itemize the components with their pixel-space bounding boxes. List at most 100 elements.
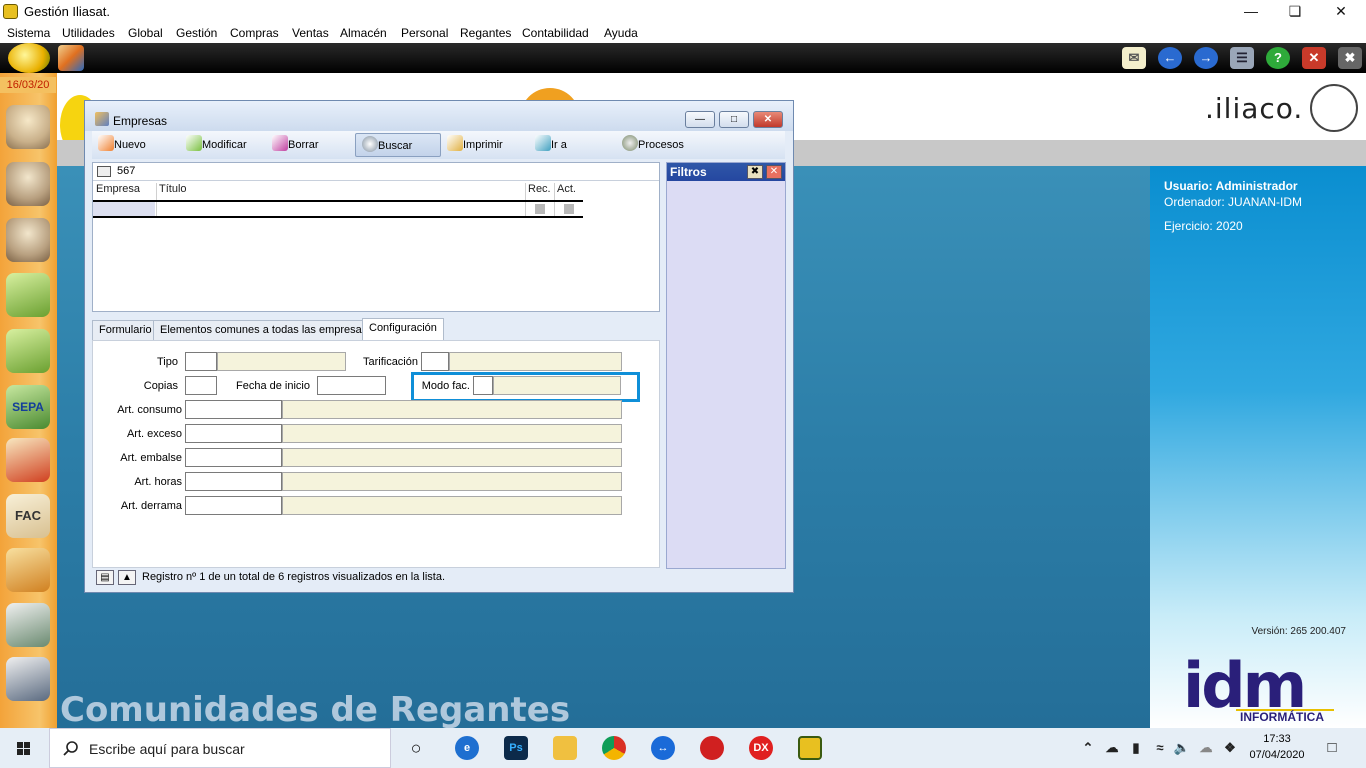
windows-start-button[interactable] <box>0 728 48 768</box>
help-icon[interactable]: ? <box>1266 47 1290 69</box>
close-all-icon[interactable]: ✖ <box>1338 47 1362 69</box>
menu-compras[interactable]: Compras <box>230 26 279 40</box>
art-horas-code-field[interactable] <box>185 472 282 491</box>
anydesk-icon[interactable] <box>700 736 724 760</box>
filter-close-icon[interactable]: ✕ <box>766 165 782 179</box>
col-titulo[interactable]: Título <box>159 183 187 200</box>
taskbar-clock[interactable]: 17:33 07/04/2020 <box>1240 731 1314 763</box>
borrar-button[interactable]: Borrar <box>272 133 319 157</box>
status-collapse-icon[interactable]: ▲ <box>118 570 136 585</box>
imprimir-button[interactable]: Imprimir <box>447 133 503 157</box>
empresas-grid: 567 Empresa Título Rec. Act. <box>92 162 660 312</box>
taskbar-search[interactable]: Escribe aquí para buscar <box>49 728 391 768</box>
bag-orange-icon[interactable] <box>6 548 50 592</box>
art-embalse-code-field[interactable] <box>185 448 282 467</box>
filter-clear-icon[interactable]: ✖ <box>747 165 763 179</box>
volume-icon[interactable]: 🔈 <box>1170 736 1194 760</box>
person-icon[interactable] <box>6 218 50 262</box>
table-row[interactable] <box>93 202 155 216</box>
cloud-sync-icon[interactable]: ☁ <box>1194 736 1218 760</box>
art-derrama-desc-field <box>282 496 622 515</box>
fecha-inicio-field[interactable] <box>317 376 386 395</box>
invoice-fac-icon[interactable]: FAC <box>6 494 50 538</box>
network-icon[interactable]: ≈ <box>1148 736 1172 760</box>
forward-arrow-icon[interactable]: → <box>1194 47 1218 69</box>
modo-fac-code-field[interactable] <box>473 376 493 395</box>
dropbox-icon[interactable]: ❖ <box>1218 736 1242 760</box>
minimize-button[interactable]: — <box>1228 0 1274 23</box>
edge-icon[interactable]: e <box>455 736 479 760</box>
close-button[interactable]: ✕ <box>1318 0 1364 23</box>
task-view-icon[interactable]: ○ <box>404 736 428 760</box>
teamviewer-icon[interactable]: ↔ <box>651 736 675 760</box>
window-list-icon[interactable]: ☰ <box>1230 47 1254 69</box>
bag-green-icon[interactable] <box>6 273 50 317</box>
art-consumo-code-field[interactable] <box>185 400 282 419</box>
sepa-icon[interactable]: SEPA <box>6 385 50 429</box>
iliasat-app-icon[interactable] <box>798 736 822 760</box>
dx-app-icon[interactable]: DX <box>749 736 773 760</box>
menu-global[interactable]: Global <box>128 26 163 40</box>
menu-gestion[interactable]: Gestión <box>176 26 217 40</box>
tab-configuracion[interactable]: Configuración <box>362 318 444 340</box>
bag-green-2-icon[interactable] <box>6 329 50 373</box>
modificar-button[interactable]: Modificar <box>186 133 247 157</box>
empresas-minimize-button[interactable]: — <box>685 111 715 128</box>
tab-formulario[interactable]: Formulario <box>92 320 159 340</box>
maximize-button[interactable]: ❏ <box>1272 0 1318 23</box>
version-label: Versión: 265 200.407 <box>1251 626 1346 637</box>
menu-ayuda[interactable]: Ayuda <box>604 26 638 40</box>
col-rec[interactable]: Rec. <box>528 183 551 200</box>
menu-regantes[interactable]: Regantes <box>460 26 511 40</box>
back-arrow-icon[interactable]: ← <box>1158 47 1182 69</box>
empresas-window: Empresas — □ ✕ Nuevo Modificar Borrar Bu… <box>84 100 794 593</box>
user-icon[interactable] <box>6 162 50 206</box>
art-derrama-code-field[interactable] <box>185 496 282 515</box>
chrome-icon[interactable] <box>602 736 626 760</box>
search-input[interactable]: 567 <box>117 165 135 177</box>
col-empresa[interactable]: Empresa <box>96 183 140 200</box>
procesos-label: Procesos <box>638 139 684 151</box>
ledger-icon[interactable] <box>6 603 50 647</box>
tarificacion-code-field[interactable] <box>421 352 449 371</box>
photoshop-icon[interactable]: Ps <box>504 736 528 760</box>
modules-cube-icon[interactable] <box>58 45 84 71</box>
iliaco-logo: .iliaco. <box>1205 92 1304 125</box>
file-explorer-icon[interactable] <box>553 736 577 760</box>
tipo-code-field[interactable] <box>185 352 217 371</box>
art-exceso-code-field[interactable] <box>185 424 282 443</box>
notebook-icon[interactable] <box>6 657 50 701</box>
computer-label: Ordenador: JUANAN-IDM <box>1164 195 1303 209</box>
mail-icon[interactable]: ✉ <box>1122 47 1146 69</box>
menu-contabilidad[interactable]: Contabilidad <box>522 26 589 40</box>
fecha-inicio-label: Fecha de inicio <box>236 380 310 392</box>
battery-icon[interactable]: ▮ <box>1124 736 1148 760</box>
buscar-button[interactable]: Buscar <box>355 133 441 157</box>
col-act[interactable]: Act. <box>557 183 576 200</box>
users-group-icon[interactable] <box>6 105 50 149</box>
nuevo-button[interactable]: Nuevo <box>98 133 146 157</box>
menu-utilidades[interactable]: Utilidades <box>62 26 115 40</box>
rec-checkbox[interactable] <box>535 204 545 214</box>
grid-line-top <box>93 200 583 202</box>
copias-field[interactable] <box>185 376 217 395</box>
close-window-icon[interactable]: ✕ <box>1302 47 1326 69</box>
tray-chevron-icon[interactable]: ⌃ <box>1076 736 1100 760</box>
menu-personal[interactable]: Personal <box>401 26 448 40</box>
empresas-maximize-button[interactable]: □ <box>719 111 749 128</box>
menu-sistema[interactable]: Sistema <box>7 26 50 40</box>
onedrive-icon[interactable]: ☁ <box>1100 736 1124 760</box>
art-exceso-desc-field <box>282 424 622 443</box>
menu-ventas[interactable]: Ventas <box>292 26 329 40</box>
ir-a-button[interactable]: Ir a <box>535 133 567 157</box>
status-form-icon[interactable]: ▤ <box>96 570 114 585</box>
notebook-pen-icon[interactable] <box>6 438 50 482</box>
art-consumo-label: Art. consumo <box>117 404 182 416</box>
procesos-button[interactable]: Procesos <box>622 133 684 157</box>
notifications-icon[interactable]: □ <box>1320 736 1344 760</box>
menu-almacen[interactable]: Almacén <box>340 26 387 40</box>
home-orb-icon[interactable] <box>8 43 50 73</box>
tab-elementos-comunes[interactable]: Elementos comunes a todas las empresas <box>153 320 375 340</box>
act-checkbox[interactable] <box>564 204 574 214</box>
empresas-close-button[interactable]: ✕ <box>753 111 783 128</box>
